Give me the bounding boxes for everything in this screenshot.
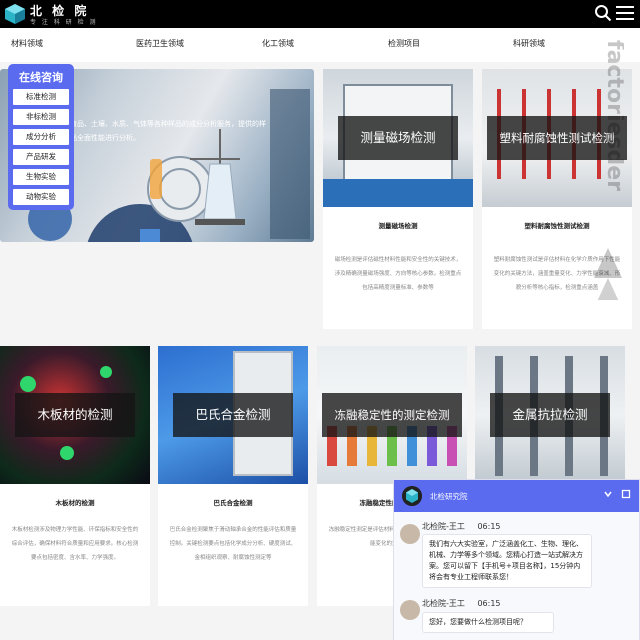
main-nav: 材料领域 医药卫生领域 化工领域 检测项目 科研领域 (0, 28, 640, 62)
card-overlay-title: 冻融稳定性的测定检测 (322, 393, 462, 437)
nav-item-chemical[interactable]: 化工领域 (262, 38, 294, 49)
card-overlay-title: 金属抗拉检测 (490, 393, 610, 437)
agent-avatar-icon (402, 486, 422, 506)
card-title: 木板材的检测 (55, 499, 95, 507)
service-card[interactable]: 巴氏合金检测 巴氏合金检测 巴氏合金检测聚焦于滑动轴承合金的性能评估和质量控制。… (158, 346, 308, 606)
card-title: 巴氏合金检测 (213, 499, 253, 507)
logo-subtitle: 专 注 科 研 检 测 (30, 19, 98, 26)
user-avatar (400, 524, 420, 544)
consult-button-bio[interactable]: 生物实验 (13, 169, 69, 185)
hero-text-line: 食品、土壤、水质、气体等各种样品的成分分析服务，提供的样 (70, 120, 266, 128)
search-icon[interactable] (594, 4, 612, 22)
card-description: 磁场检测是评估磁性材料性能和安全性的关键技术，涉及精确测量磁场强度、方向等核心参… (334, 257, 462, 291)
service-card[interactable]: 木板材的检测 木板材的检测 木板材检测涉及物理力学性能、环保指标和安全性的综合评… (0, 346, 150, 606)
consult-button-nonstandard[interactable]: 非标检测 (13, 109, 69, 125)
card-description: 木板材检测涉及物理力学性能、环保指标和安全性的综合评估，确保材料符合质量和应用要… (11, 527, 139, 561)
message-time: 06:15 (477, 522, 501, 531)
nav-item-medical[interactable]: 医药卫生领域 (136, 38, 184, 49)
message-time: 06:15 (477, 599, 501, 608)
message-bubble: 我们有六大实验室，广泛涵盖化工、生物、理化、机械、力学等多个领域。您精心打造一站… (422, 534, 592, 588)
chat-header-title: 北检研究院 (430, 492, 468, 501)
service-card[interactable]: 测量磁场检测 测量磁场检测 磁场检测是评估磁性材料性能和安全性的关键技术，涉及精… (323, 69, 473, 329)
chat-message-list[interactable]: 北检院-王工 06:15 我们有六大实验室，广泛涵盖化工、生物、理化、机械、力学… (394, 512, 639, 640)
card-title: 测量磁场检测 (378, 222, 418, 230)
nav-item-testing-items[interactable]: 检测项目 (388, 38, 420, 49)
nav-item-materials[interactable]: 材料领域 (11, 38, 43, 49)
hero-text-line: 品全面性能进行分析。 (70, 134, 140, 142)
consult-title: 在线咨询 (19, 71, 63, 84)
card-overlay-title: 巴氏合金检测 (173, 393, 293, 437)
hero-text: 食品、土壤、水质、气体等各种样品的成分分析服务，提供的样 品全面性能进行分析。 (70, 117, 310, 145)
service-card[interactable]: 塑料耐腐蚀性测试检测 塑料耐腐蚀性测试检测 塑料耐腐蚀性测试是评估材料在化学介质… (482, 69, 632, 329)
consult-button-rnd[interactable]: 产品研发 (13, 149, 69, 165)
consult-button-standard[interactable]: 标准检测 (13, 89, 69, 105)
message-sender: 北检院-王工 06:15 (422, 521, 501, 532)
chat-header[interactable]: 北检研究院 (394, 480, 639, 512)
message-bubble: 您好，您要做什么检测项目呢？ (422, 612, 554, 633)
consult-button-composition[interactable]: 成分分析 (13, 129, 69, 145)
top-bar: 北 检 院 专 注 科 研 检 测 (0, 0, 640, 28)
card-overlay-title: 木板材的检测 (15, 393, 135, 437)
message-sender-name: 北检院-王工 (422, 599, 465, 608)
online-consult-panel: 在线咨询 标准检测 非标检测 成分分析 产品研发 生物实验 动物实验 (8, 64, 74, 210)
card-description: 塑料耐腐蚀性测试是评估材料在化学介质作用下性能变化的关键方法，涵盖重量变化、力学… (493, 257, 621, 291)
consult-button-animal[interactable]: 动物实验 (13, 189, 69, 205)
chat-widget[interactable]: 北检研究院 北检院-王工 06:15 我们有六大实验室，广泛涵盖化工、生物、理化… (393, 479, 640, 640)
card-description: 巴氏合金检测聚焦于滑动轴承合金的性能评估和质量控制。关键检测要点包括化学成分分析… (169, 527, 297, 561)
minimize-icon[interactable] (603, 489, 613, 499)
card-title: 塑料耐腐蚀性测试检测 (524, 222, 590, 230)
card-overlay-title: 测量磁场检测 (338, 116, 458, 160)
message-sender-name: 北检院-王工 (422, 522, 465, 531)
message-sender: 北检院-王工 06:15 (422, 598, 501, 609)
maximize-icon[interactable] (621, 489, 631, 499)
nav-item-research[interactable]: 科研领域 (513, 38, 545, 49)
hamburger-menu-icon[interactable] (616, 5, 634, 21)
cube-logo-icon[interactable] (4, 3, 26, 25)
card-overlay-title: 塑料耐腐蚀性测试检测 (487, 116, 627, 160)
user-avatar (400, 600, 420, 620)
